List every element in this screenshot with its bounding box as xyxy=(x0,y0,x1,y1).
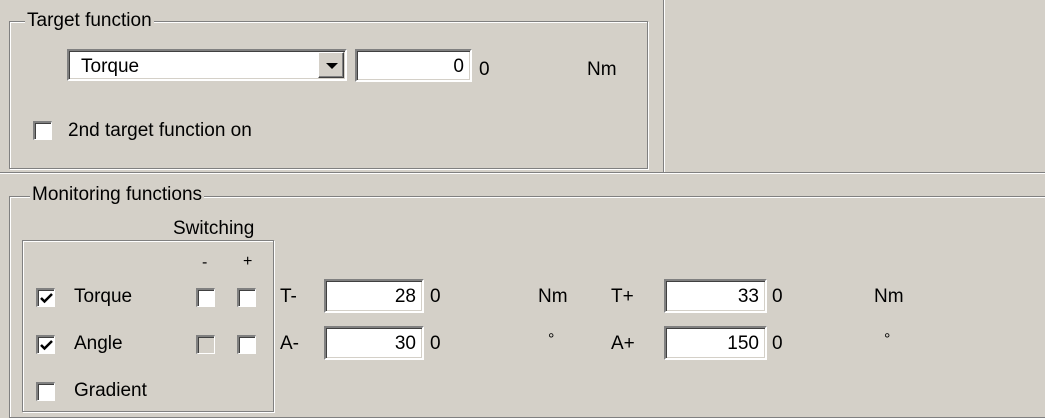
angle-switch-minus-checkbox xyxy=(196,335,215,354)
angle-lower-value: 30 xyxy=(394,333,416,354)
monitoring-functions-title: Monitoring functions xyxy=(30,184,205,206)
torque-lower-field[interactable]: 28 xyxy=(324,279,424,313)
target-function-dropdown[interactable]: Torque xyxy=(67,49,347,81)
angle-lower-unit: ° xyxy=(548,331,555,348)
panel-separator xyxy=(0,172,1045,173)
target-unit: Nm xyxy=(587,59,617,80)
torque-upper-field[interactable]: 33 xyxy=(664,279,767,313)
gradient-checkbox[interactable] xyxy=(36,382,55,401)
target-value-field[interactable]: 0 xyxy=(355,49,472,82)
switching-label: Switching xyxy=(173,218,255,239)
torque-lower-unit: Nm xyxy=(538,286,568,307)
angle-upper-field[interactable]: 150 xyxy=(664,326,767,360)
panel-divider xyxy=(663,0,664,172)
angle-lower-label: A- xyxy=(280,333,299,354)
torque-upper-suffix: 0 xyxy=(772,286,783,307)
torque-switch-plus-checkbox[interactable] xyxy=(237,288,256,307)
target-value: 0 xyxy=(453,56,464,77)
checkmark-icon xyxy=(40,293,53,304)
torque-upper-label: T+ xyxy=(611,286,634,307)
angle-lower-field[interactable]: 30 xyxy=(324,326,424,360)
second-target-label: 2nd target function on xyxy=(68,120,252,141)
dropdown-selected-value: Torque xyxy=(81,56,140,77)
torque-switch-minus-checkbox[interactable] xyxy=(196,288,215,307)
gradient-label: Gradient xyxy=(74,380,147,401)
switch-plus-label: + xyxy=(243,253,253,270)
torque-lower-suffix: 0 xyxy=(430,286,441,307)
second-target-checkbox[interactable] xyxy=(33,121,52,140)
target-value-suffix: 0 xyxy=(479,59,490,80)
torque-upper-unit: Nm xyxy=(874,286,904,307)
chevron-down-icon[interactable] xyxy=(318,52,344,78)
torque-lower-label: T- xyxy=(280,286,297,307)
angle-upper-suffix: 0 xyxy=(772,333,783,354)
angle-upper-value: 150 xyxy=(727,333,759,354)
checkmark-icon xyxy=(40,340,53,351)
angle-checkbox[interactable] xyxy=(36,335,55,354)
target-function-title: Target function xyxy=(25,10,154,32)
angle-lower-suffix: 0 xyxy=(430,333,441,354)
target-function-group xyxy=(9,21,648,169)
torque-lower-value: 28 xyxy=(394,286,416,307)
angle-switch-plus-checkbox[interactable] xyxy=(237,335,256,354)
angle-upper-label: A+ xyxy=(611,333,635,354)
switch-minus-label: - xyxy=(202,254,208,271)
torque-upper-value: 33 xyxy=(737,286,759,307)
angle-upper-unit: ° xyxy=(884,331,891,348)
torque-checkbox[interactable] xyxy=(36,288,55,307)
torque-label: Torque xyxy=(74,286,133,307)
function-checkbox-box xyxy=(22,240,274,412)
angle-label: Angle xyxy=(74,333,123,354)
